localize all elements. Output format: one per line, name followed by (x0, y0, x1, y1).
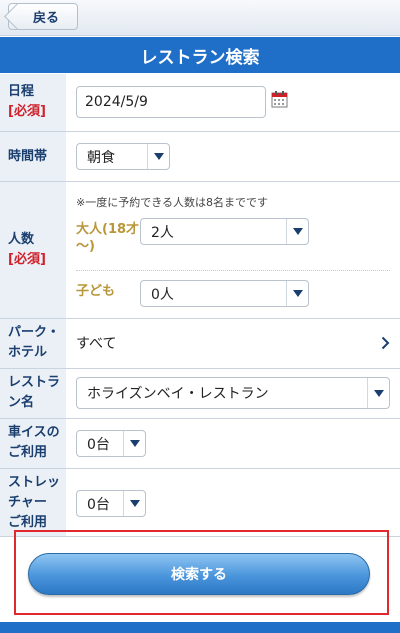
date-label: 日程 (8, 84, 35, 99)
adult-count-value: 2人 (151, 224, 174, 241)
date-input[interactable]: 2024/5/9 (76, 86, 266, 118)
date-row: 日程 [必須] 2024/5/9 (0, 74, 400, 132)
wheelchair-field-cell: 0台 (66, 419, 400, 468)
park-hotel-field-cell: すべて (66, 319, 400, 368)
child-count-value: 0人 (151, 286, 174, 303)
park-hotel-label-line1: パーク・ (8, 325, 60, 340)
chevron-right-icon (381, 336, 390, 350)
park-hotel-label-line2: ホテル (8, 345, 48, 360)
chevron-down-icon (367, 378, 389, 408)
chevron-down-icon (286, 219, 308, 244)
chevron-down-icon (123, 431, 145, 456)
restaurant-row: レストラ ン名 ホライズンベイ・レストラン (0, 369, 400, 419)
wheelchair-row: 車イスの ご利用 0台 (0, 419, 400, 469)
page-title: レストラン検索 (0, 37, 400, 73)
party-required: [必須] (8, 252, 46, 267)
search-button[interactable]: 検索する (28, 553, 370, 595)
time-slot-field-cell: 朝食 (66, 132, 400, 181)
park-hotel-row[interactable]: パーク・ ホテル すべて (0, 319, 400, 369)
party-row: 人数 [必須] ※一度に予約できる人数は8名までです 大人(18才 〜) 2人 … (0, 182, 400, 319)
stretcher-row: ストレッ チャー ご利用 0台 (0, 469, 400, 537)
chevron-down-icon (123, 491, 145, 516)
stretcher-value: 0台 (87, 496, 110, 513)
party-field-cell: ※一度に予約できる人数は8名までです 大人(18才 〜) 2人 子ども 0人 (66, 182, 400, 318)
back-button[interactable]: 戻る (4, 3, 78, 30)
party-note: ※一度に予約できる人数は8名までです (76, 196, 268, 209)
wheelchair-select[interactable]: 0台 (76, 430, 146, 457)
wheelchair-label: 車イスの ご利用 (0, 419, 66, 468)
time-slot-label: 時間帯 (0, 132, 66, 181)
wheelchair-label-line2: ご利用 (8, 445, 48, 460)
chevron-down-icon (147, 144, 169, 169)
time-slot-value: 朝食 (87, 149, 115, 166)
restaurant-select[interactable]: ホライズンベイ・レストラン (76, 377, 390, 409)
date-label-cell: 日程 [必須] (0, 74, 66, 131)
restaurant-label-line2: ン名 (8, 395, 35, 410)
stretcher-label-line1: ストレッ (8, 475, 61, 490)
park-hotel-label: パーク・ ホテル (0, 319, 66, 368)
stretcher-label-line2: チャー (8, 495, 47, 510)
calendar-icon[interactable] (271, 90, 288, 108)
date-field-cell: 2024/5/9 (66, 74, 400, 131)
party-divider (76, 270, 390, 271)
chevron-down-icon (286, 281, 308, 306)
top-bar: 戻る (0, 0, 400, 36)
back-arrow-icon (4, 3, 31, 30)
time-slot-row: 時間帯 朝食 (0, 132, 400, 182)
adult-label: 大人(18才 〜) (76, 221, 139, 255)
party-label: 人数 (8, 232, 35, 247)
back-label: 戻る (32, 11, 59, 26)
stretcher-select[interactable]: 0台 (76, 490, 146, 517)
wheelchair-value: 0台 (87, 436, 110, 453)
stretcher-label: ストレッ チャー ご利用 (0, 469, 66, 536)
party-label-cell: 人数 [必須] (0, 182, 66, 318)
wheelchair-label-line1: 車イスの (8, 425, 60, 440)
adult-count-select[interactable]: 2人 (140, 218, 309, 245)
adult-label-line1: 大人(18才 (76, 222, 140, 237)
time-slot-select[interactable]: 朝食 (76, 143, 170, 170)
footer-bar (0, 622, 400, 633)
date-required: [必須] (8, 104, 46, 119)
restaurant-label: レストラ ン名 (0, 369, 66, 418)
restaurant-label-line1: レストラ (8, 375, 61, 390)
park-hotel-value: すべて (76, 336, 117, 352)
restaurant-field-cell: ホライズンベイ・レストラン (66, 369, 400, 418)
stretcher-field-cell: 0台 (66, 469, 400, 536)
child-label: 子ども (76, 284, 116, 299)
restaurant-value: ホライズンベイ・レストラン (87, 386, 269, 402)
child-count-select[interactable]: 0人 (140, 280, 309, 307)
adult-label-line2: 〜) (76, 239, 95, 254)
